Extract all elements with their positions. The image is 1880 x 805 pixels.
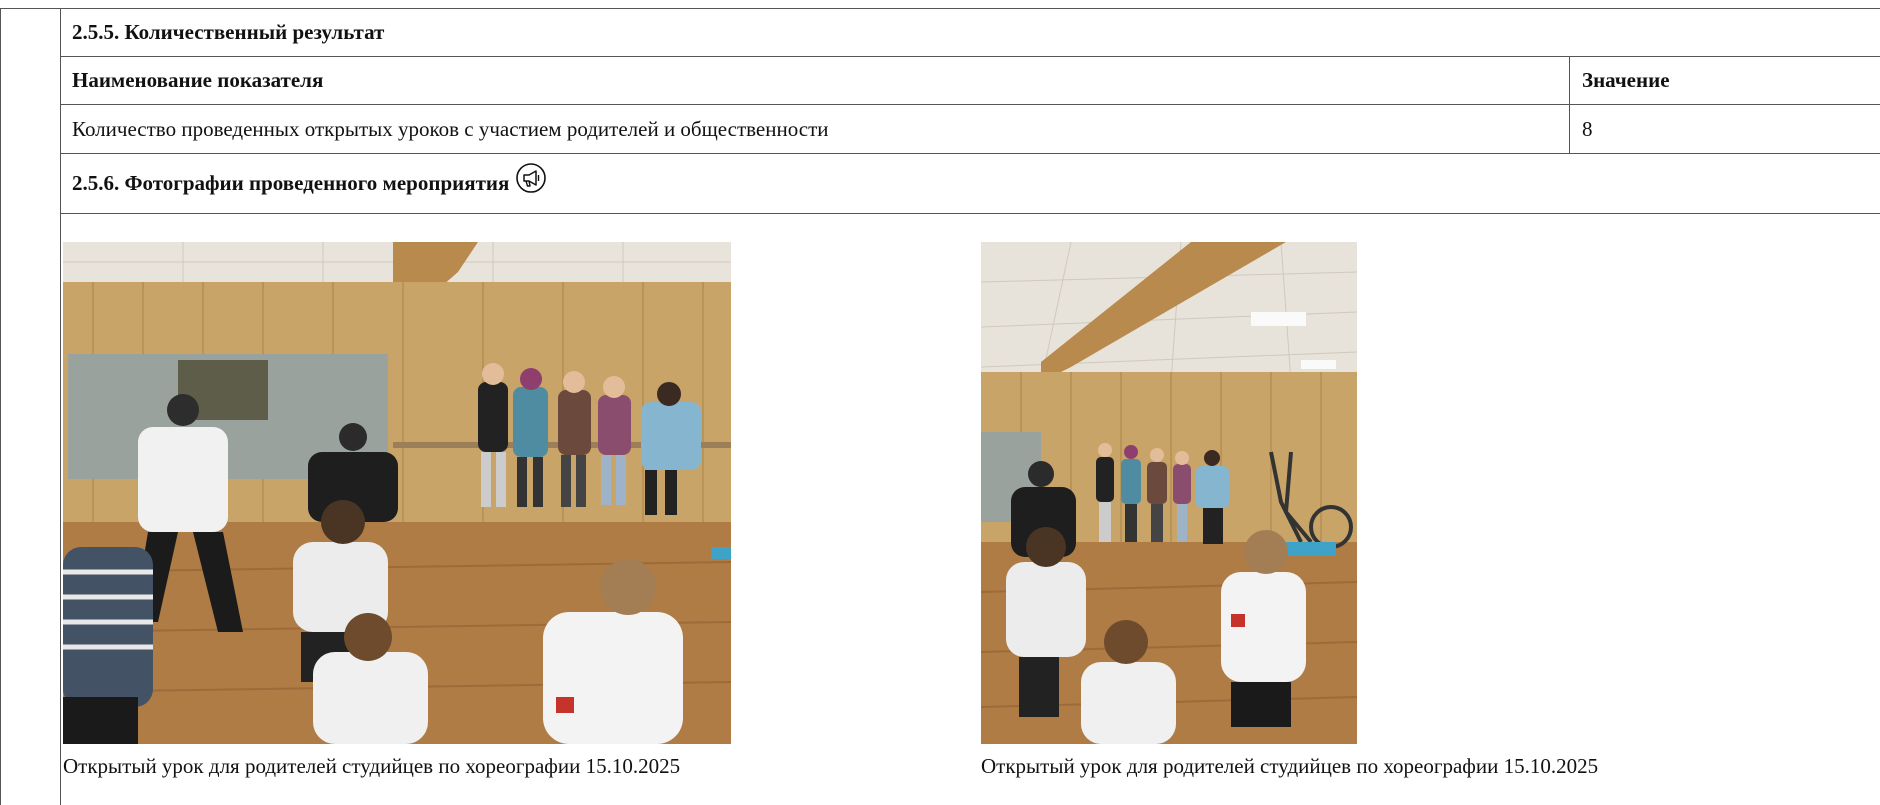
- table-row: Количество проведенных открытых уроков с…: [60, 105, 1880, 154]
- photo-gallery: Открытый урок для родителей студийцев по…: [63, 242, 1873, 782]
- megaphone-icon[interactable]: [515, 162, 547, 194]
- indicator-value: 8: [1582, 116, 1593, 141]
- photos-section-heading-row: 2.5.6. Фотографии проведенного мероприят…: [60, 154, 1880, 214]
- photo-caption: Открытый урок для родителей студийцев по…: [63, 754, 681, 778]
- table-header-row: Наименование показателя Значение: [60, 57, 1880, 105]
- column-header-name: Наименование показателя: [60, 57, 1570, 104]
- photos-section-heading: 2.5.6. Фотографии проведенного мероприят…: [72, 171, 510, 195]
- event-photo-2[interactable]: [981, 242, 1357, 744]
- column-header-value: Значение: [1582, 68, 1670, 92]
- photos-section-heading-cell: 2.5.6. Фотографии проведенного мероприят…: [60, 154, 1880, 213]
- indicator-name: Количество проведенных открытых уроков с…: [60, 105, 1570, 153]
- event-photo-1[interactable]: [63, 242, 731, 744]
- report-page: 2.5.5. Количественный результат Наименов…: [0, 0, 1880, 805]
- quantitative-section-heading-row: 2.5.5. Количественный результат: [60, 8, 1880, 57]
- photo-caption: Открытый урок для родителей студийцев по…: [981, 754, 1599, 778]
- quantitative-section-heading: 2.5.5. Количественный результат: [72, 19, 385, 44]
